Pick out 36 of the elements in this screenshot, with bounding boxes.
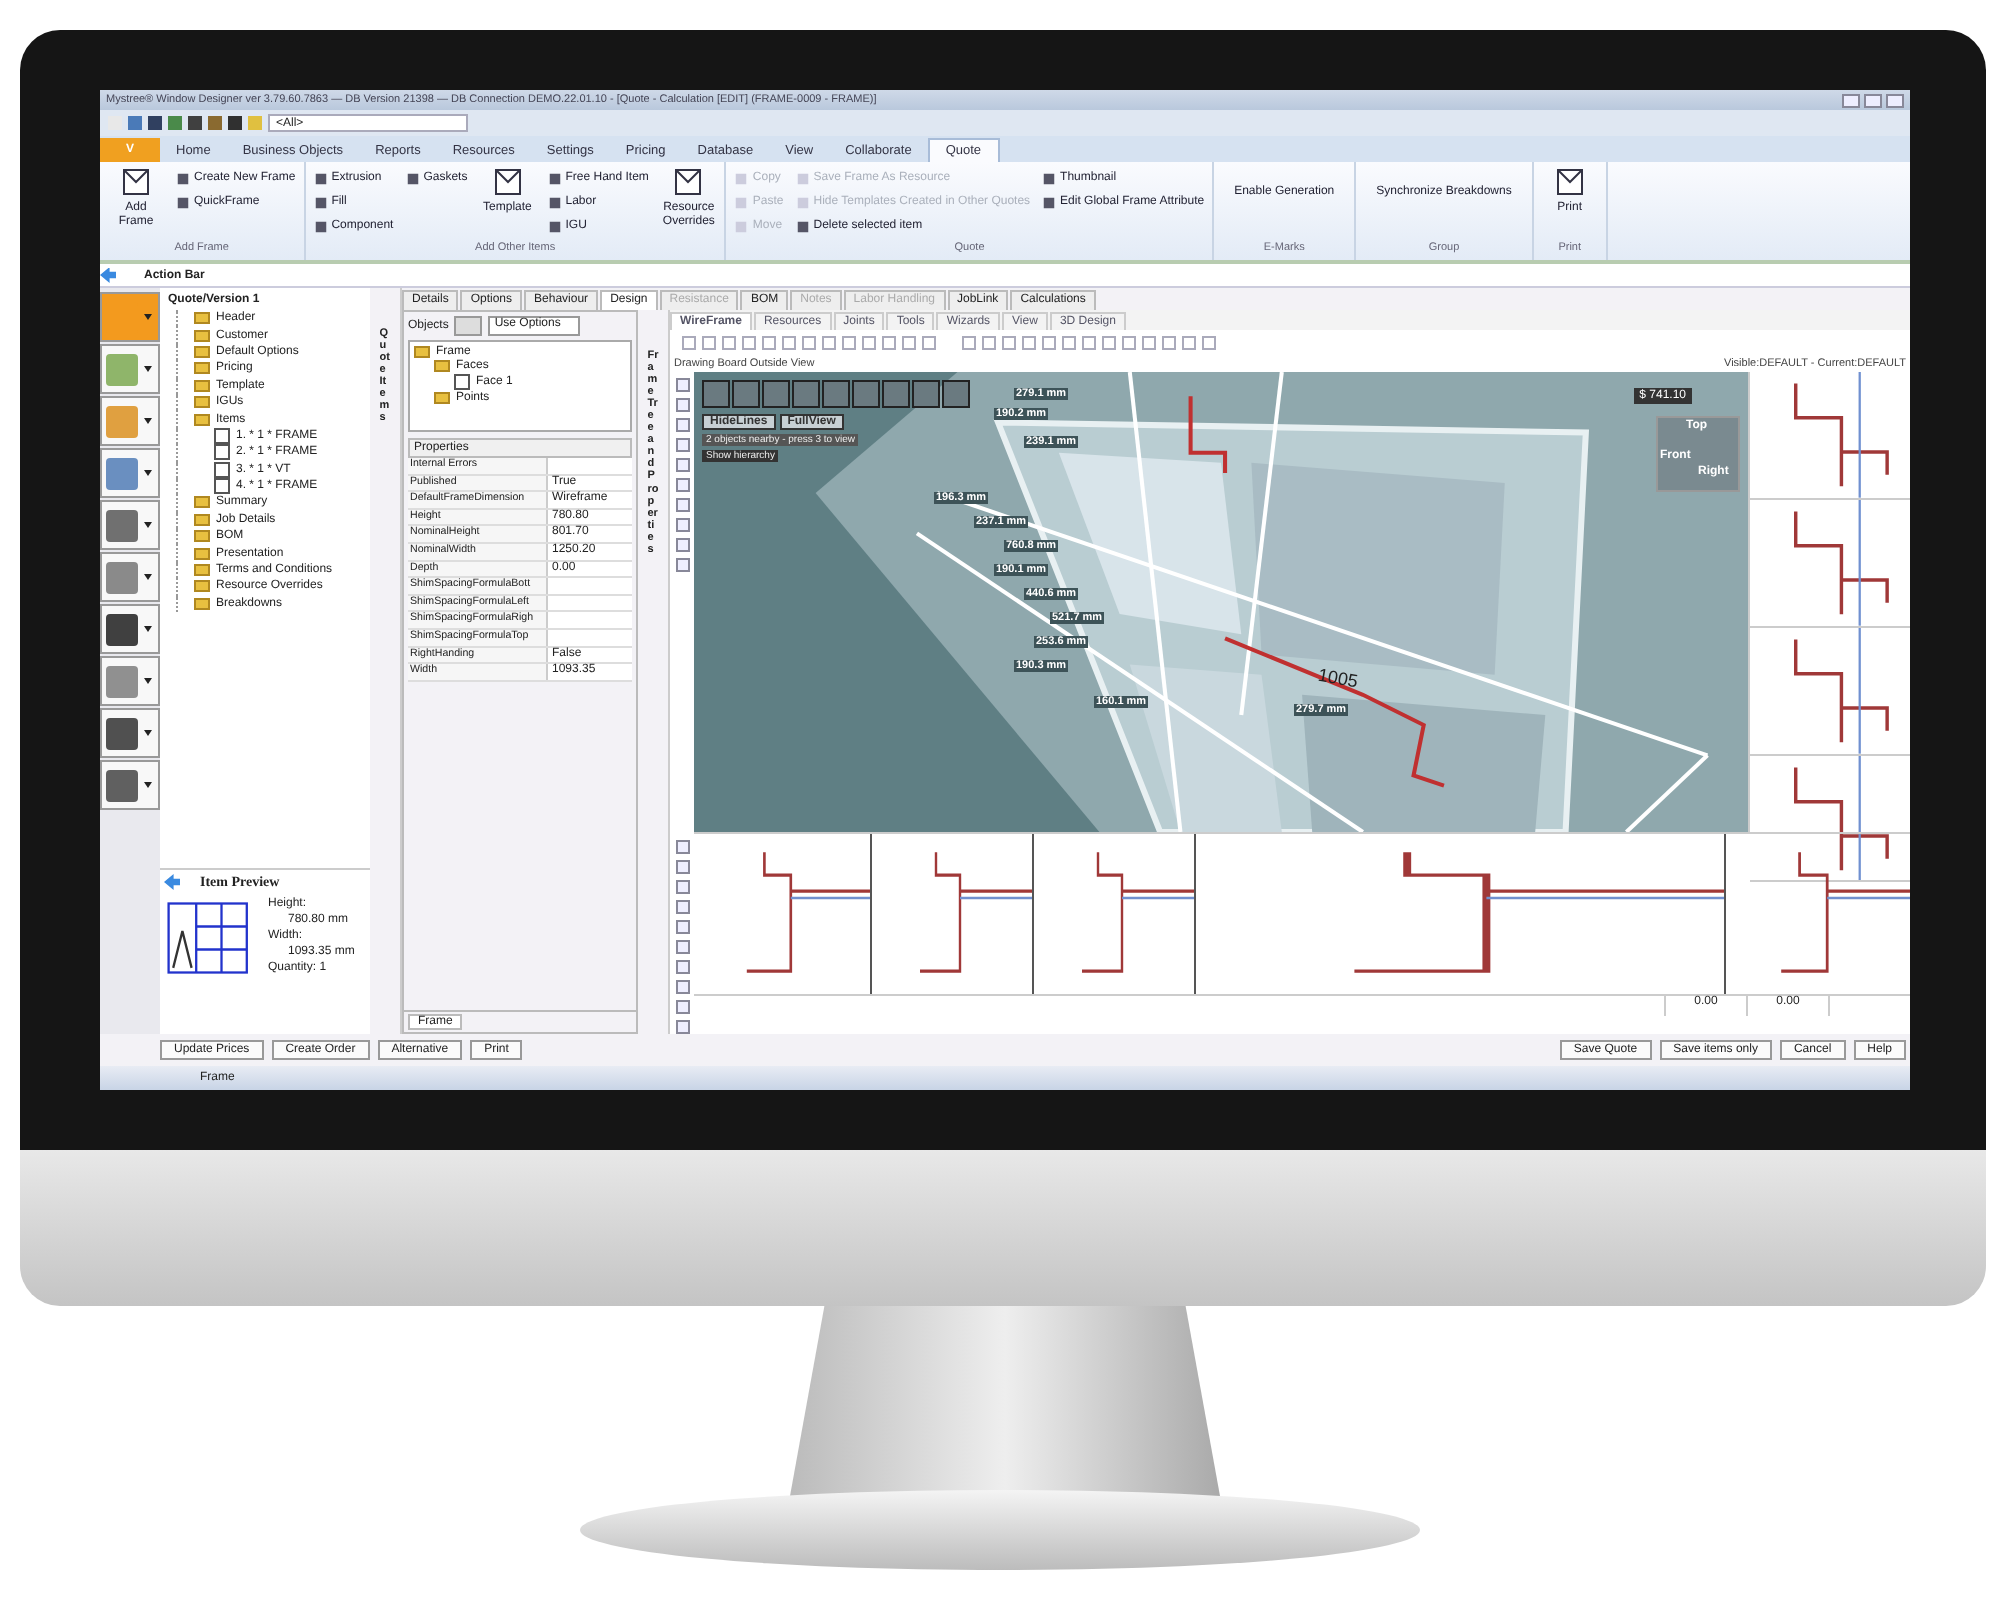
viewer-tool-icon[interactable]: [912, 380, 940, 408]
close-icon[interactable]: [1886, 93, 1904, 107]
action-button[interactable]: [100, 760, 160, 810]
ribbon-tool-icon: [491, 166, 524, 198]
action-button[interactable]: [100, 500, 160, 550]
ribbon-tool-icon: [672, 166, 705, 198]
sort-icon[interactable]: [454, 316, 483, 336]
viewer-tool-icon[interactable]: [852, 380, 880, 408]
viewer-tool-icon[interactable]: [792, 380, 820, 408]
viewer-tool-icon[interactable]: [732, 380, 760, 408]
dropdown-caret-icon: [144, 782, 152, 788]
ribbon-tool-icon: [1553, 166, 1586, 198]
dropdown-caret-icon: [144, 522, 152, 528]
dropdown-caret-icon: [144, 678, 152, 684]
frame-number-label: 1005: [1316, 664, 1360, 692]
action-button[interactable]: [100, 604, 160, 654]
ribbon-tool-icon: [120, 166, 152, 198]
face-icon: [454, 374, 470, 390]
dropdown-caret-icon: [144, 626, 152, 632]
ribbon-tool-icon: [405, 171, 420, 185]
viewer-tool-icon[interactable]: [822, 380, 850, 408]
action-button[interactable]: [100, 708, 160, 758]
viewer-tool-icon[interactable]: [702, 380, 730, 408]
viewer-tool-icon[interactable]: [762, 380, 790, 408]
dropdown-caret-icon: [144, 730, 152, 736]
minimize-icon[interactable]: [1842, 93, 1860, 107]
folder-icon: [434, 392, 450, 404]
dropdown-caret-icon: [144, 470, 152, 476]
dropdown-caret-icon: [144, 418, 152, 424]
dropdown-caret-icon: [144, 314, 152, 320]
3d-window-drawing[interactable]: [694, 372, 1748, 832]
viewer-tool-icon[interactable]: [882, 380, 910, 408]
dropdown-caret-icon: [144, 574, 152, 580]
dropdown-caret-icon: [144, 366, 152, 372]
viewer-tool-icon[interactable]: [942, 380, 970, 408]
restore-icon[interactable]: [1864, 93, 1882, 107]
